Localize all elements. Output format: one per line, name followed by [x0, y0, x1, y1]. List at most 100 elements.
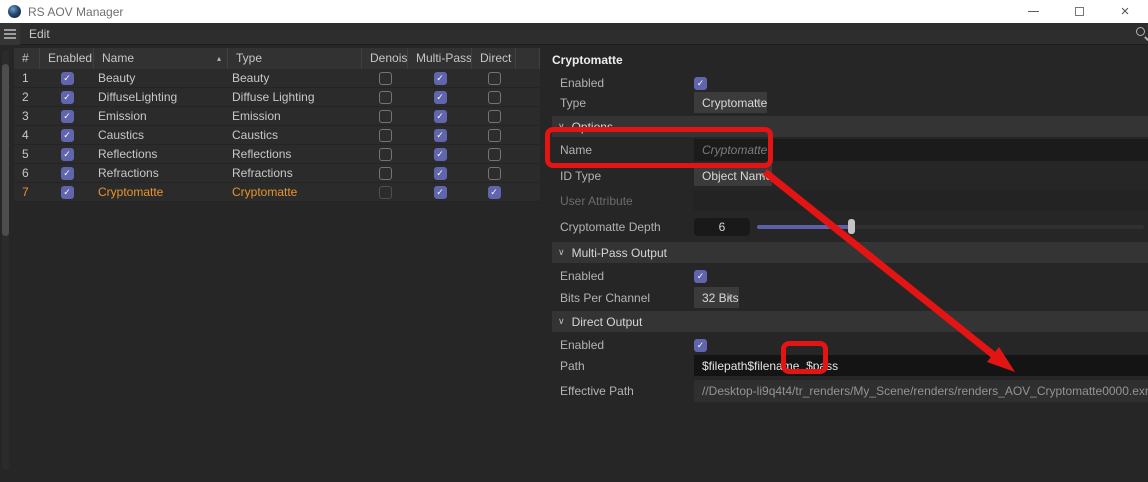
multipass-checkbox[interactable]: ✓	[433, 147, 447, 161]
multipass-checkbox[interactable]: ✓	[433, 166, 447, 180]
slider-fill	[757, 224, 852, 229]
type-dropdown[interactable]: Cryptomatte ▾	[694, 92, 768, 113]
bits-value: 32 Bits	[702, 290, 739, 305]
path-input[interactable]	[694, 355, 1148, 376]
row-number: 6	[22, 166, 29, 180]
left-scrollbar[interactable]	[2, 50, 9, 470]
direct-checkbox[interactable]: ✓	[487, 90, 501, 104]
denoise-checkbox[interactable]: ✓	[378, 166, 392, 180]
denoise-checkbox[interactable]: ✓	[378, 90, 392, 104]
aov-name: Caustics	[98, 128, 145, 142]
direct-checkbox[interactable]: ✓	[487, 128, 501, 142]
bits-per-channel-dropdown[interactable]: 32 Bits ▾	[694, 287, 739, 308]
close-button[interactable]: ×	[1102, 0, 1148, 23]
maximize-button[interactable]	[1056, 0, 1102, 23]
multipass-output-section-header[interactable]: ∨ Multi-Pass Output	[552, 242, 1148, 263]
check-icon: ✓	[63, 129, 71, 140]
denoise-checkbox[interactable]: ✓	[378, 128, 392, 142]
user-attribute-field	[694, 190, 1148, 211]
enabled-checkbox[interactable]: ✓	[694, 76, 707, 90]
check-icon: ✓	[696, 270, 705, 281]
multipass-checkbox[interactable]: ✓	[433, 185, 447, 199]
row-number: 3	[22, 109, 29, 123]
check-icon: ✓	[63, 91, 71, 102]
check-icon: ✓	[696, 339, 705, 350]
depth-slider[interactable]	[757, 218, 1144, 236]
header-direct[interactable]: Direct	[472, 48, 516, 69]
aov-type: Beauty	[232, 71, 270, 85]
header-enabled[interactable]: Enabled	[40, 48, 94, 69]
multipass-checkbox[interactable]: ✓	[433, 71, 447, 85]
table-row[interactable]: 6 ✓ Refractions Refractions ✓ ✓ ✓	[14, 164, 540, 183]
check-icon: ✓	[436, 186, 444, 197]
panel-title: Cryptomatte	[552, 53, 623, 67]
table-row[interactable]: 2 ✓ DiffuseLighting Diffuse Lighting ✓ ✓…	[14, 88, 540, 107]
menu-bar: Edit	[0, 22, 1148, 45]
sort-ascending-icon: ▴	[216, 54, 221, 63]
row-number: 4	[22, 128, 29, 142]
do-enabled-checkbox[interactable]: ✓	[694, 338, 707, 352]
table-header: # Enabled Name▴ Type Denoise Multi-Pass …	[14, 48, 540, 69]
enabled-checkbox[interactable]: ✓	[60, 109, 74, 123]
denoise-checkbox[interactable]: ✓	[378, 147, 392, 161]
header-multipass[interactable]: Multi-Pass	[408, 48, 472, 69]
direct-checkbox[interactable]: ✓	[487, 109, 501, 123]
enabled-checkbox[interactable]: ✓	[60, 147, 74, 161]
header-name[interactable]: Name ▴	[94, 48, 228, 69]
minimize-icon	[1027, 11, 1039, 12]
multipass-checkbox[interactable]: ✓	[433, 128, 447, 142]
header-number[interactable]: #	[14, 48, 40, 69]
menu-edit[interactable]: Edit	[29, 27, 50, 41]
window-titlebar: RS AOV Manager ×	[0, 0, 1148, 23]
enabled-checkbox[interactable]: ✓	[60, 90, 74, 104]
scrollbar-thumb[interactable]	[2, 64, 9, 236]
multipass-checkbox[interactable]: ✓	[433, 90, 447, 104]
direct-checkbox[interactable]: ✓	[487, 147, 501, 161]
check-icon: ✓	[63, 186, 71, 197]
chevron-collapse-icon: ∨	[558, 121, 565, 131]
type-label: Type	[560, 95, 587, 110]
app-icon	[8, 5, 21, 18]
direct-checkbox[interactable]: ✓	[487, 166, 501, 180]
table-row[interactable]: 5 ✓ Reflections Reflections ✓ ✓ ✓	[14, 145, 540, 164]
mp-enabled-checkbox[interactable]: ✓	[694, 269, 707, 283]
name-input[interactable]	[694, 139, 1148, 161]
aov-type: Reflections	[232, 147, 292, 161]
user-attribute-label: User Attribute	[560, 193, 633, 208]
direct-checkbox[interactable]: ✓	[487, 185, 501, 199]
table-row[interactable]: 1 ✓ Beauty Beauty ✓ ✓ ✓	[14, 69, 540, 88]
aov-type: Caustics	[232, 128, 279, 142]
aov-name: Emission	[98, 109, 147, 123]
depth-value-input[interactable]: 6	[694, 217, 750, 236]
direct-output-section-header[interactable]: ∨ Direct Output	[552, 311, 1148, 332]
header-denoise[interactable]: Denoise	[362, 48, 408, 69]
denoise-checkbox[interactable]: ✓	[378, 109, 392, 123]
header-type[interactable]: Type	[228, 48, 362, 69]
check-icon: ✓	[436, 129, 444, 140]
chevron-collapse-icon: ∨	[558, 247, 565, 257]
enabled-checkbox[interactable]: ✓	[60, 71, 74, 85]
aov-name: Cryptomatte	[98, 185, 164, 199]
denoise-checkbox[interactable]: ✓	[378, 185, 392, 199]
slider-handle[interactable]	[848, 218, 855, 234]
chevron-down-icon: ▾	[727, 292, 732, 302]
search-icon[interactable]	[1135, 26, 1148, 42]
denoise-checkbox[interactable]: ✓	[378, 71, 392, 85]
check-icon: ✓	[490, 186, 498, 197]
multipass-checkbox[interactable]: ✓	[433, 109, 447, 123]
properties-panel: Cryptomatte Enabled ✓ Type Cryptomatte ▾…	[540, 45, 1148, 482]
id-type-dropdown[interactable]: Object Name ▾	[694, 165, 773, 186]
enabled-checkbox[interactable]: ✓	[60, 128, 74, 142]
enabled-checkbox[interactable]: ✓	[60, 185, 74, 199]
check-icon: ✓	[436, 91, 444, 102]
do-enabled-label: Enabled	[560, 338, 605, 352]
minimize-button[interactable]	[1010, 0, 1056, 23]
table-row[interactable]: 7 ✓ Cryptomatte Cryptomatte ✓ ✓ ✓	[14, 183, 540, 202]
table-row[interactable]: 3 ✓ Emission Emission ✓ ✓ ✓	[14, 107, 540, 126]
enabled-checkbox[interactable]: ✓	[60, 166, 74, 180]
options-section-header[interactable]: ∨ Options	[552, 116, 1148, 137]
direct-checkbox[interactable]: ✓	[487, 71, 501, 85]
check-icon: ✓	[436, 148, 444, 159]
hamburger-menu-icon[interactable]	[0, 22, 20, 45]
table-row[interactable]: 4 ✓ Caustics Caustics ✓ ✓ ✓	[14, 126, 540, 145]
